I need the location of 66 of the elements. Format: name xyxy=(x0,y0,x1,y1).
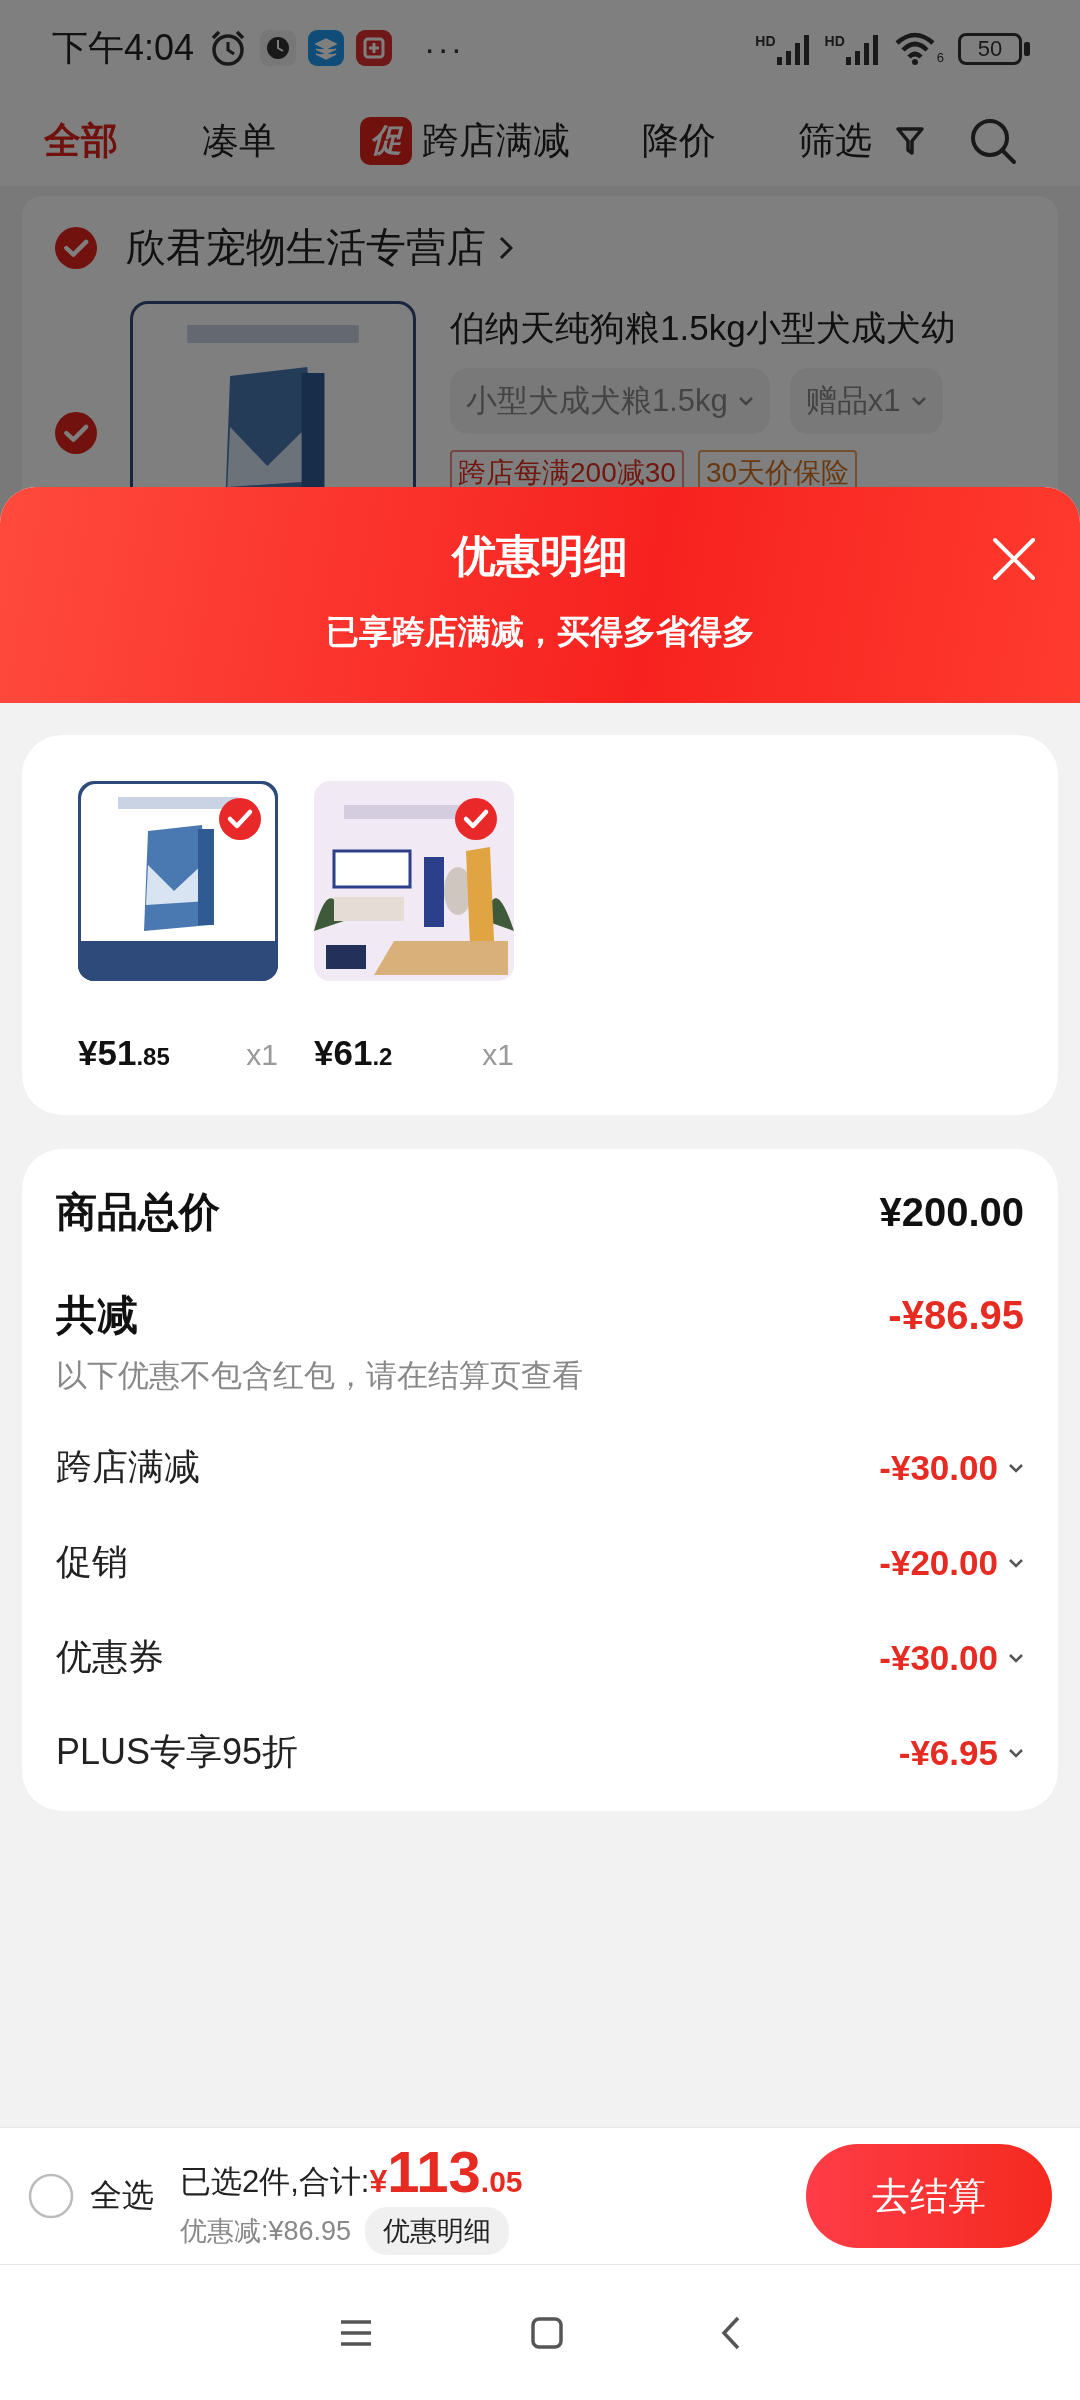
sheet-title: 优惠明细 xyxy=(452,530,628,582)
search-icon[interactable] xyxy=(968,116,1018,166)
filter-tab[interactable]: 降价 xyxy=(642,116,716,166)
discount-label: 跨店满减 xyxy=(56,1445,200,1489)
filter-tab[interactable]: 凑单 xyxy=(202,116,276,166)
chevron-down-icon[interactable] xyxy=(1008,1651,1024,1664)
product-title: 伯纳天纯狗粮1.5kg小型犬成犬幼 xyxy=(450,307,956,349)
signal-label: HD xyxy=(755,33,776,49)
product-price: ¥61.2 xyxy=(314,1033,393,1073)
battery-cap-icon xyxy=(1024,42,1030,56)
selection-summary: 已选2件,合计: xyxy=(180,2162,370,2201)
status-time: 下午4:04 xyxy=(52,25,195,70)
discount-value: -¥6.95 xyxy=(898,1732,998,1773)
discount-value: -¥30.00 xyxy=(879,1637,998,1678)
sheet-subtitle: 已享跨店满减，买得多省得多 xyxy=(325,612,755,652)
checkout-button[interactable]: 去结算 xyxy=(806,2144,1052,2248)
layers-app-icon xyxy=(308,30,345,66)
discount-row[interactable]: 优惠券 -¥30.00 xyxy=(56,1633,1024,1682)
home-icon[interactable] xyxy=(531,2316,563,2349)
select-all-label[interactable]: 全选 xyxy=(90,2174,154,2218)
filter-tab[interactable]: 筛选 xyxy=(798,116,924,166)
discount-row[interactable]: 跨店满减 -¥30.00 xyxy=(56,1443,1024,1492)
signal-icon xyxy=(845,35,880,65)
filter-tab[interactable]: 全部 xyxy=(44,116,118,166)
quantity: x1 xyxy=(246,1038,278,1072)
discount-label: 促销 xyxy=(56,1540,128,1584)
chevron-down-icon[interactable] xyxy=(1008,1461,1024,1474)
chevron-down-icon[interactable] xyxy=(1008,1746,1024,1759)
savings-text: 优惠减:¥86.95 xyxy=(180,2214,352,2248)
close-icon[interactable] xyxy=(992,537,1036,581)
caret-icon xyxy=(910,396,927,406)
discount-detail-button[interactable]: 优惠明细 xyxy=(365,2206,510,2255)
discount-value: -¥30.00 xyxy=(879,1447,998,1488)
discount-value: -¥20.00 xyxy=(879,1542,998,1583)
promo-badge: 促 xyxy=(360,117,412,165)
discount-row[interactable]: 促销 -¥20.00 xyxy=(56,1538,1024,1587)
battery-level: 50 xyxy=(977,36,1003,62)
filter-icon xyxy=(896,126,924,156)
chevron-down-icon[interactable] xyxy=(1008,1556,1024,1569)
signal-icon xyxy=(776,35,811,65)
signal-label: HD xyxy=(824,33,845,49)
chevron-right-icon xyxy=(498,234,514,261)
back-icon[interactable] xyxy=(721,2315,741,2350)
reduction-value: -¥86.95 xyxy=(888,1293,1024,1338)
discount-label: 优惠券 xyxy=(56,1635,164,1679)
app-icon xyxy=(260,30,297,66)
wifi-icon xyxy=(893,31,936,65)
select-all-checkbox[interactable] xyxy=(28,2173,74,2219)
shopping-app-icon xyxy=(356,30,393,66)
store-name[interactable]: 欣君宠物生活专营店 xyxy=(126,220,486,275)
more-notifications: ··· xyxy=(424,28,465,68)
item-checkbox[interactable] xyxy=(54,411,98,455)
total-value: ¥200.00 xyxy=(879,1190,1024,1235)
caret-icon xyxy=(737,396,754,406)
reduction-label: 共减 xyxy=(56,1291,138,1340)
menu-icon[interactable] xyxy=(339,2318,373,2347)
discount-row[interactable]: PLUS专享95折 -¥6.95 xyxy=(56,1728,1024,1777)
quantity: x1 xyxy=(482,1038,514,1072)
discount-label: PLUS专享95折 xyxy=(56,1730,299,1774)
product-price: ¥51.85 xyxy=(78,1033,170,1073)
total-label: 商品总价 xyxy=(56,1188,220,1237)
reduction-note: 以下优惠不包含红包，请在结算页查看 xyxy=(56,1357,584,1395)
store-checkbox[interactable] xyxy=(54,225,98,270)
filter-tab[interactable]: 促 跨店满减 xyxy=(360,116,570,166)
wifi-label: 6 xyxy=(936,50,944,65)
total-price: ¥113.05 xyxy=(369,2137,523,2205)
